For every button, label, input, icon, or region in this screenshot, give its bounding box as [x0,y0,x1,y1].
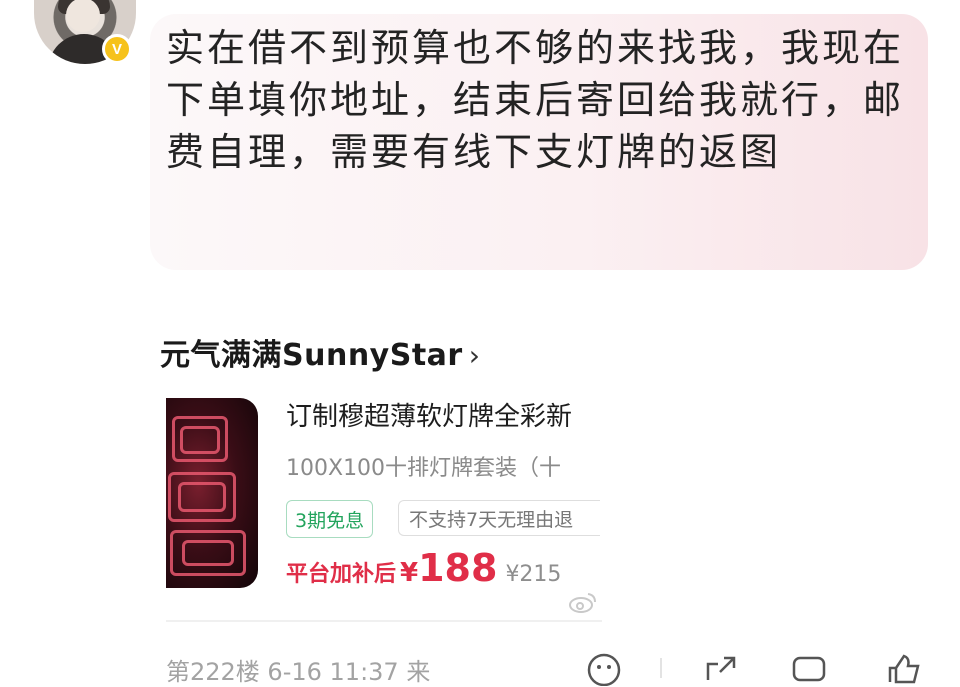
like-icon[interactable] [884,650,924,686]
product-image[interactable] [166,398,258,588]
neon-line [182,540,234,566]
comment-meta: 第222楼 6-16 11:37 来 [166,658,431,686]
shop-link[interactable]: 元气满满SunnyStar › [160,330,480,374]
currency-symbol: ¥ [400,558,419,588]
card-divider [166,620,602,622]
comment-icon[interactable] [790,650,830,686]
neon-line [180,426,220,454]
price-row: 平台加补后 ¥188 ¥215 [286,546,561,590]
comment-text: 实在借不到预算也不够的来找我，我现在下单填你地址，结束后寄回给我就行，邮费自理，… [166,26,905,174]
price-label: 平台加补后 [286,562,397,587]
verified-v-icon: V [102,34,132,64]
footer-divider [660,658,662,678]
original-price: ¥215 [505,562,562,587]
share-icon[interactable] [700,650,740,686]
avatar-face [66,0,100,32]
installment-tag: 3期免息 [286,500,374,538]
product-subtitle: 100X100十排灯牌套装（十 [286,456,562,481]
return-policy-tag: 不支持7天无理由退 [398,500,600,536]
price-value: 188 [418,546,498,590]
neon-line [178,482,226,512]
product-title[interactable]: 订制穆超薄软灯牌全彩新 [286,396,602,433]
chevron-right-icon: › [468,339,481,372]
shop-name: 元气满满SunnyStar [160,338,463,373]
weibo-watermark-icon [569,593,596,613]
emoji-icon[interactable] [584,650,624,686]
